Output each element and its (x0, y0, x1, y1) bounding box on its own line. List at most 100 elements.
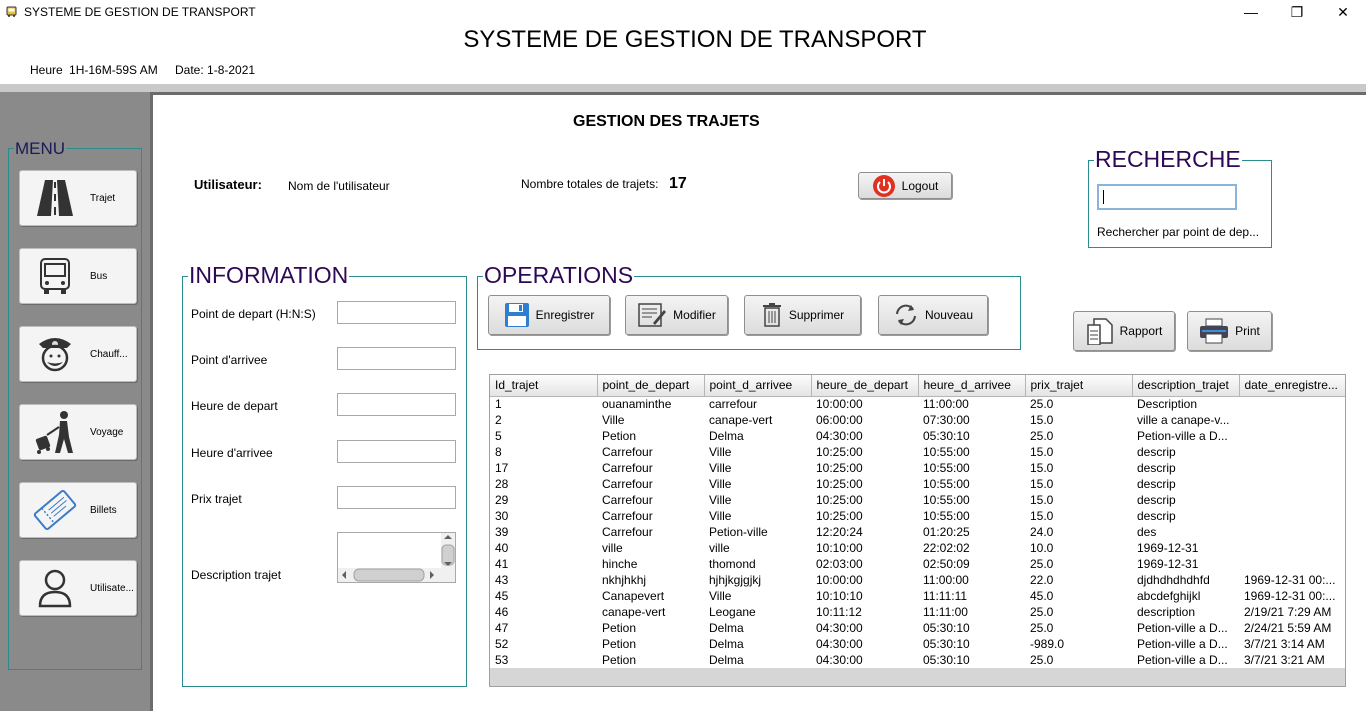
menu-bus-button[interactable]: Bus (19, 248, 137, 304)
arrival-time-input[interactable] (337, 440, 456, 463)
print-button[interactable]: Print (1187, 311, 1272, 351)
table-cell: 39 (495, 525, 509, 539)
table-row[interactable]: 28 Carrefour Ville 10:25:00 10:55:00 15.0 desc… (490, 476, 1345, 492)
menu-voyage-button[interactable]: Voyage (19, 404, 137, 460)
column-header[interactable]: date_enregistre... (1239, 375, 1345, 397)
menu-billets-label: Billets (90, 504, 117, 516)
column-header[interactable]: heure_de_depart (811, 375, 919, 397)
table-cell: canape-vert (709, 413, 773, 427)
table-cell: 45.0 (1030, 589, 1054, 603)
table-cell: 53 (495, 653, 509, 667)
table-cell: Ville (709, 493, 732, 507)
bus-app-icon (6, 6, 17, 17)
table-cell: Delma (709, 653, 744, 667)
table-cell: Ville (709, 461, 732, 475)
table-cell: hinche (602, 557, 638, 571)
menu-chauffeur-button[interactable]: Chauff... (19, 326, 137, 382)
trash-icon (762, 303, 781, 327)
table-cell: Ville (709, 445, 732, 459)
table-cell: 1969-12-31 00:... (1244, 573, 1336, 587)
table-row[interactable]: 40 ville ville 10:10:00 22:02:02 10.0 1969-12-… (490, 540, 1345, 556)
column-header[interactable]: point_d_arrivee (704, 375, 812, 397)
table-cell: descrip (1137, 461, 1176, 475)
table-cell: 02:50:09 (923, 557, 970, 571)
maximize-button[interactable]: ❐ (1274, 0, 1320, 24)
table-cell: 10:10:10 (816, 589, 863, 603)
table-row[interactable]: 5 Petion Delma 04:30:00 05:30:10 25.0 Petion-v… (490, 428, 1345, 444)
table-cell: 1969-12-31 00:... (1244, 589, 1336, 603)
table-cell: Description (1137, 397, 1198, 412)
table-row[interactable]: 39 Carrefour Petion-ville 12:20:24 01:20:25 2… (490, 524, 1345, 540)
table-cell: 10.0 (1030, 541, 1054, 555)
column-header[interactable]: description_trajet (1132, 375, 1240, 397)
table-cell: ville (709, 541, 730, 555)
price-input[interactable] (337, 486, 456, 509)
date-label: Date: (175, 63, 204, 77)
rapport-button[interactable]: Rapport (1073, 311, 1175, 351)
table-row[interactable]: 47 Petion Delma 04:30:00 05:30:10 25.0 Petion-… (490, 620, 1345, 636)
table-row[interactable]: 2 Ville canape-vert 06:00:00 07:30:00 15.0 vil… (490, 412, 1345, 428)
arrival-point-input[interactable] (337, 347, 456, 370)
table-row[interactable]: 52 Petion Delma 04:30:00 05:30:10 -989.0 Petio… (490, 636, 1345, 652)
table-cell: 10:10:00 (816, 541, 863, 555)
delete-button[interactable]: Supprimer (744, 295, 861, 335)
search-input[interactable] (1097, 184, 1237, 210)
table-cell: 10:00:00 (816, 573, 863, 587)
menu-billets-button[interactable]: Billets (19, 482, 137, 538)
table-cell (1239, 492, 1345, 508)
column-header[interactable]: prix_trajet (1025, 375, 1133, 397)
table-cell (1239, 444, 1345, 460)
table-cell: 25.0 (1030, 557, 1054, 571)
table-cell: 10:55:00 (923, 461, 970, 475)
print-label: Print (1235, 324, 1260, 338)
trip-count-label: Nombre totales de trajets: (521, 177, 659, 191)
table-row[interactable]: 17 Carrefour Ville 10:25:00 10:55:00 15.0 desc… (490, 460, 1345, 476)
table-cell: 15.0 (1030, 493, 1054, 507)
table-row[interactable]: 8 Carrefour Ville 10:25:00 10:55:00 15.0 descr… (490, 444, 1345, 460)
menu-utilisateur-button[interactable]: Utilisate... (19, 560, 137, 616)
edit-button[interactable]: Modifier (625, 295, 728, 335)
table-row[interactable]: 46 canape-vert Leogane 10:11:12 11:11:00 25.0… (490, 604, 1345, 620)
table-row[interactable]: 45 Canapevert Ville 10:10:10 11:11:11 45.0 abc… (490, 588, 1345, 604)
new-button[interactable]: Nouveau (878, 295, 988, 335)
logout-button[interactable]: Logout (858, 172, 952, 199)
table-row[interactable]: 53 Petion Delma 04:30:00 05:30:10 25.0 Petion-… (490, 652, 1345, 668)
table-cell: 22:02:02 (923, 541, 970, 555)
table-row[interactable]: 41 hinche thomond 02:03:00 02:50:09 25.0 1969-… (490, 556, 1345, 572)
table-cell: ville (602, 541, 623, 555)
column-header[interactable]: heure_d_arrivee (918, 375, 1026, 397)
table-row[interactable]: 1 ouanaminthe carrefour 10:00:00 11:00:00 25.… (490, 396, 1345, 412)
trips-table[interactable]: Id_trajet point_de_depart point_d_arrivee h… (489, 374, 1346, 687)
power-icon (872, 174, 895, 197)
table-row[interactable]: 43 nkhjhkhj hjhjkgjgjkj 10:00:00 11:00:00 22.… (490, 572, 1345, 588)
table-cell: abcdefghijkl (1137, 589, 1201, 603)
table-cell: Delma (709, 621, 744, 635)
minimize-button[interactable]: — (1228, 0, 1274, 24)
depart-point-input[interactable] (337, 301, 456, 324)
table-row[interactable]: 30 Carrefour Ville 10:25:00 10:55:00 15.0 desc… (490, 508, 1345, 524)
table-cell: 15.0 (1030, 413, 1054, 427)
table-cell: Carrefour (602, 477, 653, 491)
table-cell: 25.0 (1030, 397, 1054, 412)
table-cell: 52 (495, 637, 509, 651)
header-divider (0, 84, 1366, 92)
date-display: Date: 1-8-2021 (175, 63, 255, 77)
column-header[interactable]: point_de_depart (597, 375, 705, 397)
menu-trajet-button[interactable]: Trajet (19, 170, 137, 226)
table-cell: 25.0 (1030, 429, 1054, 443)
time-display: Heure 1H-16M-59S AM (30, 63, 161, 77)
table-cell: 3/7/21 3:14 AM (1244, 637, 1325, 651)
table-row[interactable]: 29 Carrefour Ville 10:25:00 10:55:00 15.0 desc… (490, 492, 1345, 508)
close-button[interactable]: ✕ (1320, 0, 1366, 24)
time-label: Heure (30, 63, 63, 77)
depart-time-input[interactable] (337, 393, 456, 416)
save-button[interactable]: Enregistrer (488, 295, 610, 335)
time-value: 1H-16M-59S AM (69, 63, 158, 77)
table-cell: 04:30:00 (816, 653, 863, 667)
printer-icon (1200, 318, 1229, 344)
table-cell: 12:20:24 (816, 525, 863, 539)
table-cell: Petion (602, 621, 637, 635)
table-cell: canape-vert (602, 605, 666, 619)
column-header[interactable]: Id_trajet (490, 375, 598, 397)
description-textarea[interactable] (337, 532, 456, 583)
